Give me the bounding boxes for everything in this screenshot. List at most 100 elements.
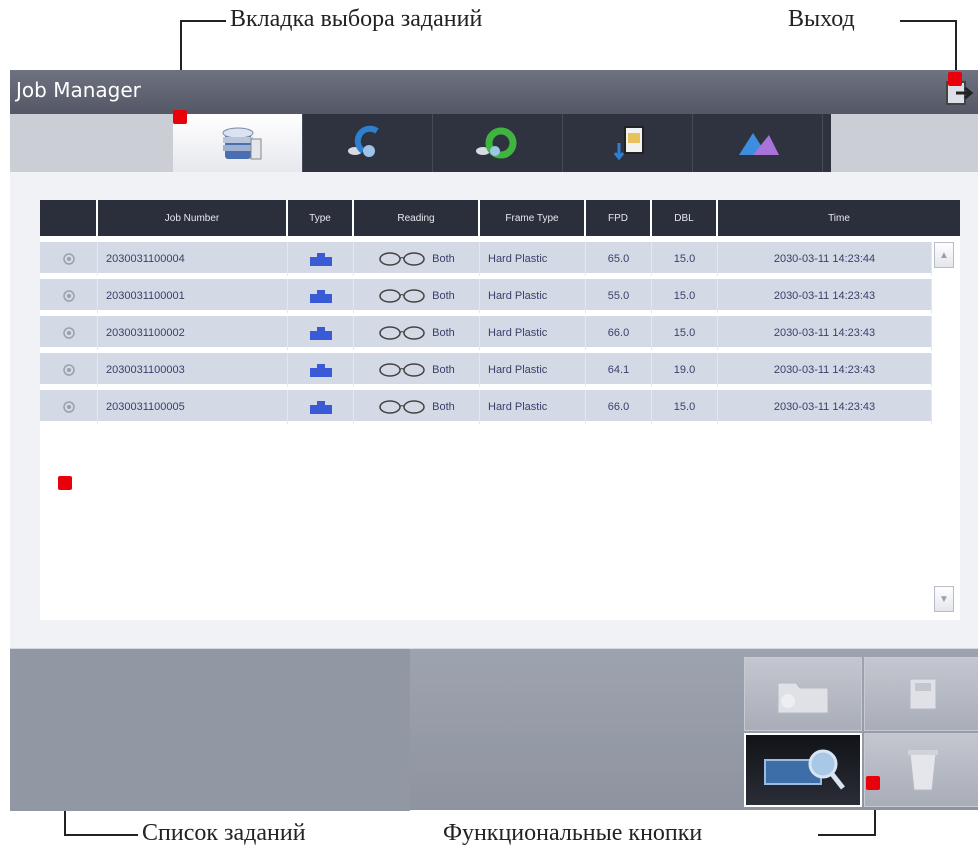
table-row[interactable]: 2030031100001 Both Hard Plastic 55.0 15.…: [40, 279, 932, 313]
time-cell: 2030-03-11 14:23:44: [718, 242, 932, 276]
frame-type-icon: [309, 327, 332, 340]
reading-cell: Both: [354, 316, 480, 350]
frame-type-cell: Hard Plastic: [480, 279, 586, 313]
job-number-cell: 2030031100005: [98, 390, 288, 424]
scroll-up-button[interactable]: ▲: [934, 242, 954, 268]
column-header-reading: Reading: [354, 200, 480, 236]
time-cell: 2030-03-11 14:23:43: [718, 353, 932, 387]
type-cell: [288, 316, 354, 350]
table-row[interactable]: 2030031100005 Both Hard Plastic 66.0 15.…: [40, 390, 932, 424]
reading-cell: Both: [354, 390, 480, 424]
reading-cell: Both: [354, 353, 480, 387]
row-select-cell[interactable]: [40, 242, 98, 276]
column-header-time: Time: [718, 200, 960, 236]
frame-type-cell: Hard Plastic: [480, 242, 586, 276]
search-job-icon: [764, 749, 845, 790]
frame-type-cell: Hard Plastic: [480, 390, 586, 424]
select-bullet-icon: [62, 290, 75, 302]
reading-label: Both: [432, 327, 455, 339]
row-select-cell[interactable]: [40, 279, 98, 313]
frame-type-icon: [309, 290, 332, 303]
job-number-cell: 2030031100001: [98, 279, 288, 313]
reading-cell: Both: [354, 279, 480, 313]
tab-job-list[interactable]: [173, 114, 303, 172]
callout-function-buttons: Функциональные кнопки: [443, 820, 703, 846]
table-row[interactable]: 2030031100004 Both Hard Plastic 65.0 15.…: [40, 242, 932, 276]
lens-rotate-icon: [475, 127, 516, 159]
open-job-button[interactable]: [744, 657, 862, 731]
tab-image-editor[interactable]: [693, 114, 823, 172]
delete-job-button[interactable]: [864, 733, 978, 807]
column-header-select: [40, 200, 98, 236]
dbl-cell: 19.0: [652, 353, 718, 387]
row-select-cell[interactable]: [40, 353, 98, 387]
job-database-icon: [222, 127, 261, 160]
leader-job-list: [64, 834, 138, 836]
column-header-job-number: Job Number: [98, 200, 288, 236]
leader-job-tab: [180, 20, 226, 22]
table-header: Job Number Type Reading Frame Type FPD D…: [40, 200, 960, 236]
chevron-up-icon: ▲: [939, 249, 949, 261]
table-row[interactable]: 2030031100002 Both Hard Plastic 66.0 15.…: [40, 316, 932, 350]
job-manager-screen: Job Manager Job Number Type Reading Fram…: [10, 70, 978, 811]
reading-label: Both: [432, 290, 455, 302]
dbl-cell: 15.0: [652, 316, 718, 350]
reading-label: Both: [432, 253, 455, 265]
row-select-cell[interactable]: [40, 316, 98, 350]
select-bullet-icon: [62, 253, 75, 265]
tab-bar: [10, 114, 978, 172]
marker-job-list: [58, 476, 72, 490]
function-bar: [10, 648, 978, 811]
tab-lens-rotate[interactable]: [433, 114, 563, 172]
job-number-cell: 2030031100002: [98, 316, 288, 350]
save-job-button[interactable]: [864, 657, 978, 731]
type-cell: [288, 242, 354, 276]
glasses-icon: [379, 363, 425, 377]
fpd-cell: 66.0: [586, 316, 652, 350]
chevron-down-icon: ▼: [939, 593, 949, 605]
marker-function-buttons: [866, 776, 880, 790]
dbl-cell: 15.0: [652, 390, 718, 424]
column-header-fpd: FPD: [586, 200, 652, 236]
reading-label: Both: [432, 364, 455, 376]
leader-exit: [900, 20, 956, 22]
glasses-icon: [379, 289, 425, 303]
tab-lens-scan[interactable]: [303, 114, 433, 172]
time-cell: 2030-03-11 14:23:43: [718, 316, 932, 350]
frame-type-icon: [309, 253, 332, 266]
search-job-button[interactable]: [744, 733, 862, 807]
glasses-icon: [379, 252, 425, 266]
fpd-cell: 64.1: [586, 353, 652, 387]
callout-job-list: Список заданий: [142, 820, 306, 846]
sd-card-transfer-icon: [613, 126, 644, 161]
frame-type-icon: [309, 364, 332, 377]
reading-cell: Both: [354, 242, 480, 276]
time-cell: 2030-03-11 14:23:43: [718, 390, 932, 424]
image-editor-icon: [738, 133, 779, 155]
marker-job-tab: [173, 110, 187, 124]
scroll-down-button[interactable]: ▼: [934, 586, 954, 612]
frame-type-icon: [309, 401, 332, 414]
fpd-cell: 66.0: [586, 390, 652, 424]
callout-exit: Выход: [788, 6, 855, 32]
fpd-cell: 65.0: [586, 242, 652, 276]
title-bar: Job Manager: [10, 70, 978, 114]
row-select-cell[interactable]: [40, 390, 98, 424]
tab-sd-card-transfer[interactable]: [563, 114, 693, 172]
trash-icon: [908, 750, 938, 791]
job-list: Job Number Type Reading Frame Type FPD D…: [40, 200, 960, 620]
type-cell: [288, 390, 354, 424]
type-cell: [288, 279, 354, 313]
save-icon: [909, 678, 937, 710]
select-bullet-icon: [62, 401, 75, 413]
dbl-cell: 15.0: [652, 279, 718, 313]
table-row[interactable]: 2030031100003 Both Hard Plastic 64.1 19.…: [40, 353, 932, 387]
window-title: Job Manager: [16, 78, 141, 102]
select-bullet-icon: [62, 364, 75, 376]
column-header-frame-type: Frame Type: [480, 200, 586, 236]
open-folder-icon: [777, 682, 829, 714]
tab-strip: [173, 114, 831, 172]
glasses-icon: [379, 400, 425, 414]
dbl-cell: 15.0: [652, 242, 718, 276]
lens-scan-icon: [347, 125, 379, 157]
